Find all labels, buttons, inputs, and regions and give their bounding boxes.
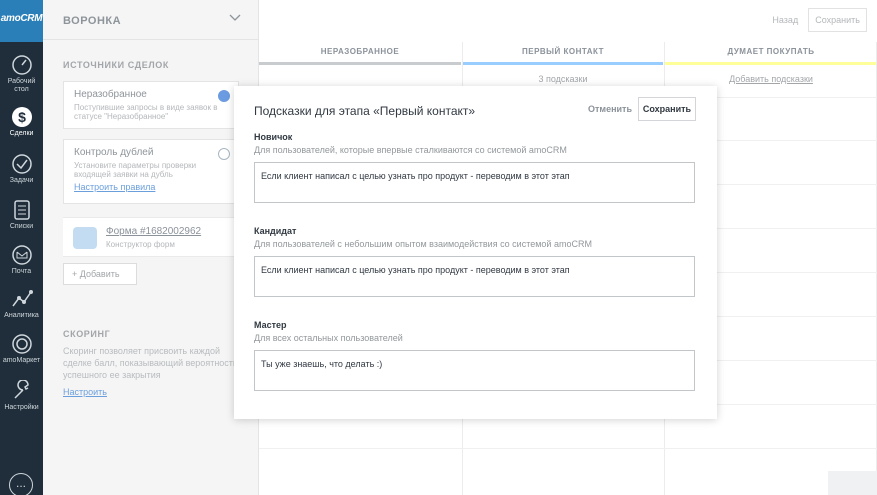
pipeline-selector[interactable]: ВОРОНКА [43,0,258,40]
form-subtitle: Конструктор форм [106,240,175,249]
nav-label: amoМаркет [2,357,41,364]
market-icon [11,334,32,354]
nav-label: Настройки [4,404,39,411]
svg-text:$: $ [18,109,26,125]
save-button[interactable]: Сохранить [638,97,696,121]
mail-icon [11,245,32,265]
settings-icon [13,380,29,399]
add-source-button[interactable]: + Добавить [63,263,137,285]
pipeline-title: ВОРОНКА [63,15,122,27]
level-name: Новичок [254,132,293,142]
source-form[interactable]: Форма #1682002962 Конструктор форм [63,217,259,257]
modal-title: Подсказки для этапа «Первый контакт» [254,104,476,118]
nav-item-mail[interactable]: Почта [0,244,43,276]
level-desc: Для пользователей, которые впервые сталк… [254,145,567,155]
level-master: Мастер Для всех остальных пользователей … [254,320,697,391]
column-name: ДУМАЕТ ПОКУПАТЬ [727,47,815,56]
duplicates-toggle[interactable] [218,148,230,160]
source-title: Контроль дублей [74,147,154,158]
column-header-thinking[interactable]: ДУМАЕТ ПОКУПАТЬ [665,42,877,68]
sources-title: ИСТОЧНИКИ СДЕЛОК [63,60,169,70]
cancel-button[interactable]: Отменить [588,104,632,114]
level-name: Мастер [254,320,287,330]
column-hints-count[interactable]: 3 подсказки [463,74,663,84]
dashboard-icon [11,55,32,75]
row-divider [259,448,877,449]
nav-label: Аналитика [4,312,39,319]
nav-item-dashboard[interactable]: Рабочий стол [0,54,43,94]
nav-label: Почта [11,268,32,275]
add-hints-link[interactable]: Добавить подсказки [665,74,877,84]
column-color-bar [665,62,877,65]
master-hint-input[interactable]: Ты уже знаешь, что делать :) [254,350,695,391]
nav-item-analytics[interactable]: Аналитика [0,288,43,320]
main-nav: amoCRM Рабочий стол $ Сделки Задачи Спис… [0,0,43,495]
nav-item-lists[interactable]: Списки [0,199,43,231]
column-name: ПЕРВЫЙ КОНТАКТ [521,47,604,56]
nav-item-tasks[interactable]: Задачи [0,153,43,185]
scoring-desc: Скоринг позволяет присвоить каждой сделк… [63,346,238,380]
nav-label: Задачи [9,177,34,184]
more-icon[interactable]: ... [9,473,33,495]
corner-block [828,471,877,495]
tasks-icon [11,154,32,174]
scoring-title: СКОРИНГ [63,329,111,339]
nav-label: Списки [9,223,34,230]
candidate-hint-input[interactable]: Если клиент написал с целью узнать про п… [254,256,695,297]
column-header-first-contact[interactable]: ПЕРВЫЙ КОНТАКТ [463,42,663,68]
chevron-down-icon [229,14,241,21]
stage-hints-modal: Подсказки для этапа «Первый контакт» Отм… [234,86,717,419]
board-save-button[interactable]: Сохранить [808,8,867,32]
scoring-configure-link[interactable]: Настроить [63,387,107,397]
unsorted-toggle[interactable] [218,90,230,102]
nav-label: Рабочий стол [7,78,36,93]
level-desc: Для пользователей с небольшим опытом вза… [254,239,592,249]
back-button[interactable]: Назад [765,8,805,32]
source-desc: Установите параметры проверки входящей з… [74,161,197,179]
source-duplicates[interactable]: Контроль дублей Установите параметры про… [63,139,239,204]
level-name: Кандидат [254,226,297,236]
deals-icon: $ [11,107,32,127]
source-desc: Поступившие запросы в виде заявок в стат… [74,103,218,121]
board-actions: Назад Сохранить [765,8,867,32]
source-unsorted[interactable]: Неразобранное Поступившие запросы в виде… [63,81,239,129]
form-icon [73,227,97,249]
novice-hint-input[interactable]: Если клиент написал с целью узнать про п… [254,162,695,203]
pipeline-settings-panel: ВОРОНКА ИСТОЧНИКИ СДЕЛОК Неразобранное П… [43,0,259,495]
level-desc: Для всех остальных пользователей [254,333,403,343]
nav-item-market[interactable]: amoМаркет [0,333,43,365]
level-candidate: Кандидат Для пользователей с небольшим о… [254,226,697,297]
column-color-bar [259,62,461,65]
column-name: НЕРАЗОБРАННОЕ [320,47,400,56]
app-logo[interactable]: amoCRM [0,0,43,42]
source-title: Неразобранное [74,89,147,100]
nav-item-deals[interactable]: $ Сделки [0,106,43,138]
column-color-bar [463,62,663,65]
nav-label: Сделки [9,130,34,137]
lists-icon [13,200,30,220]
analytics-icon [11,290,33,307]
level-novice: Новичок Для пользователей, которые вперв… [254,132,697,203]
form-title[interactable]: Форма #1682002962 [106,226,201,237]
configure-rules-link[interactable]: Настроить правила [74,182,228,192]
column-header-unsorted[interactable]: НЕРАЗОБРАННОЕ [259,42,461,68]
nav-item-settings[interactable]: Настройки [0,380,43,412]
